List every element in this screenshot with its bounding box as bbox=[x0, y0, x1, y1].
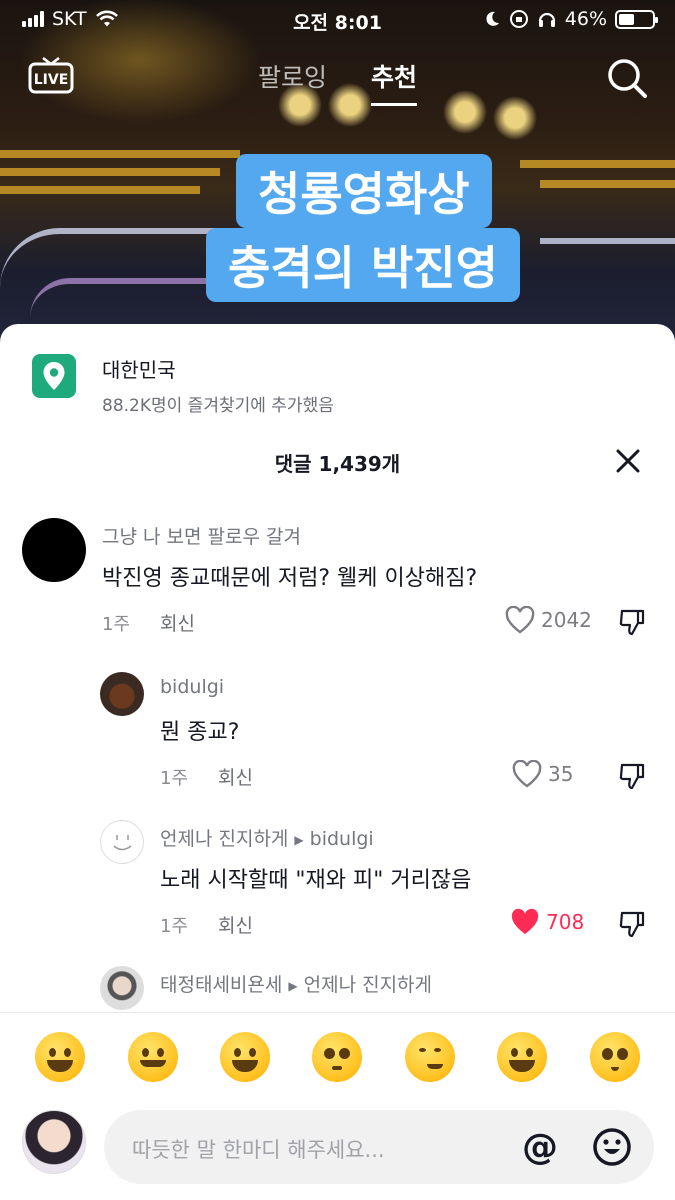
reply-button[interactable]: 회신 bbox=[160, 609, 195, 636]
comment-input[interactable]: 따듯한 말 한마디 해주세요... @ bbox=[104, 1110, 654, 1184]
flushed-emoji-icon[interactable] bbox=[312, 1031, 363, 1082]
emoji-picker-icon[interactable] bbox=[592, 1127, 632, 1167]
comment-username[interactable]: 태정태세비욘세 bbox=[160, 974, 282, 996]
grin-emoji-icon[interactable] bbox=[35, 1031, 86, 1082]
stage-light-stripe bbox=[540, 180, 675, 188]
like-count: 708 bbox=[546, 910, 585, 934]
smiling-hearts-emoji-icon[interactable] bbox=[127, 1031, 178, 1082]
tab-for-you[interactable]: 추천 bbox=[370, 58, 417, 106]
avatar[interactable] bbox=[100, 820, 144, 864]
reply-button[interactable]: 회신 bbox=[218, 763, 253, 790]
comment-text: 뭔 종교? bbox=[160, 720, 240, 745]
close-icon[interactable] bbox=[615, 448, 641, 474]
video-player[interactable]: SKT 오전 8:01 46% LIVE 팔로잉 추천 청룡영화상 충격의 박진… bbox=[0, 0, 675, 340]
stage-rail bbox=[540, 238, 675, 278]
feed-tabs: 팔로잉 추천 bbox=[0, 58, 675, 106]
my-avatar[interactable] bbox=[22, 1110, 86, 1174]
location-favorites: 88.2K명이 즐겨찾기에 추가했음 bbox=[102, 396, 334, 416]
reply-arrow-icon: ▶ bbox=[294, 832, 304, 847]
comment-sheet: 대한민국 88.2K명이 즐겨찾기에 추가했음 댓글 1,439개 그냥 나 보… bbox=[0, 324, 675, 1200]
smiley-face-icon bbox=[113, 835, 132, 851]
stage-light-stripe bbox=[0, 168, 220, 176]
comment-username[interactable]: 그냥 나 보면 팔로우 갈겨 bbox=[102, 522, 301, 549]
dislike-icon[interactable] bbox=[618, 608, 646, 636]
heart-filled-icon bbox=[511, 908, 539, 934]
like-count: 35 bbox=[548, 762, 574, 786]
emoji-quick-bar bbox=[0, 1012, 675, 1100]
like-button[interactable]: 35 bbox=[512, 760, 573, 788]
comment-username-line: 태정태세비욘세 ▶ 언제나 진지하게 bbox=[160, 970, 432, 997]
tears-of-joy-emoji-icon[interactable] bbox=[220, 1031, 271, 1082]
moon-icon bbox=[486, 11, 499, 26]
comment-text: 박진영 종교때문에 저럼? 웰케 이상해짐? bbox=[102, 566, 478, 591]
pleading-emoji-icon[interactable] bbox=[589, 1031, 640, 1082]
tab-following[interactable]: 팔로잉 bbox=[258, 58, 327, 94]
stage-light-stripe bbox=[0, 186, 200, 194]
video-caption-line1: 청룡영화상 bbox=[236, 154, 492, 228]
search-icon[interactable] bbox=[605, 56, 649, 100]
location-name: 대한민국 bbox=[102, 358, 176, 382]
avatar[interactable] bbox=[22, 518, 86, 582]
comment-input-placeholder: 따듯한 말 한마디 해주세요... bbox=[132, 1138, 385, 1162]
comment-time: 1주 bbox=[102, 614, 131, 635]
stage-light-stripe bbox=[0, 150, 240, 158]
comment-username[interactable]: bidulgi bbox=[160, 676, 224, 698]
dislike-icon[interactable] bbox=[618, 762, 646, 790]
comments-count-title: 댓글 1,439개 bbox=[274, 452, 401, 476]
avatar[interactable] bbox=[100, 672, 144, 716]
status-bar: SKT 오전 8:01 46% bbox=[0, 0, 675, 40]
comment-username[interactable]: 언제나 진지하게 bbox=[160, 828, 288, 850]
smirk-emoji-icon[interactable] bbox=[404, 1031, 455, 1082]
comment-input-row: 따듯한 말 한마디 해주세요... @ bbox=[0, 1100, 675, 1200]
like-button[interactable]: 708 bbox=[510, 908, 584, 936]
heart-icon bbox=[512, 760, 542, 788]
video-caption-line2: 충격의 박진영 bbox=[206, 228, 520, 302]
comment-time: 1주 bbox=[160, 916, 189, 937]
reply-arrow-icon: ▶ bbox=[288, 978, 298, 993]
rotation-lock-icon bbox=[509, 10, 528, 28]
avatar[interactable] bbox=[100, 966, 144, 1010]
reply-to-username[interactable]: 언제나 진지하게 bbox=[304, 974, 432, 996]
location-pin-icon bbox=[32, 354, 76, 398]
mention-at-icon[interactable]: @ bbox=[522, 1127, 558, 1168]
like-count: 2042 bbox=[541, 608, 592, 632]
comment-text: 노래 시작할때 "재와 피" 거리잖음 bbox=[160, 868, 472, 893]
battery-percent: 46% bbox=[564, 8, 607, 30]
reply-button[interactable]: 회신 bbox=[218, 911, 253, 938]
stage-light-stripe bbox=[520, 160, 675, 168]
comment-time: 1주 bbox=[160, 768, 189, 789]
reply-to-username[interactable]: bidulgi bbox=[310, 828, 374, 850]
sweat-smile-emoji-icon[interactable] bbox=[497, 1031, 548, 1082]
heart-icon bbox=[505, 606, 535, 634]
location-row[interactable]: 대한민국 88.2K명이 즐겨찾기에 추가했음 bbox=[32, 354, 334, 416]
battery-icon bbox=[615, 9, 658, 29]
like-button[interactable]: 2042 bbox=[505, 606, 592, 634]
headphones-icon bbox=[538, 12, 555, 27]
dislike-icon[interactable] bbox=[618, 910, 646, 938]
comment-username-line: 언제나 진지하게 ▶ bidulgi bbox=[160, 824, 374, 851]
